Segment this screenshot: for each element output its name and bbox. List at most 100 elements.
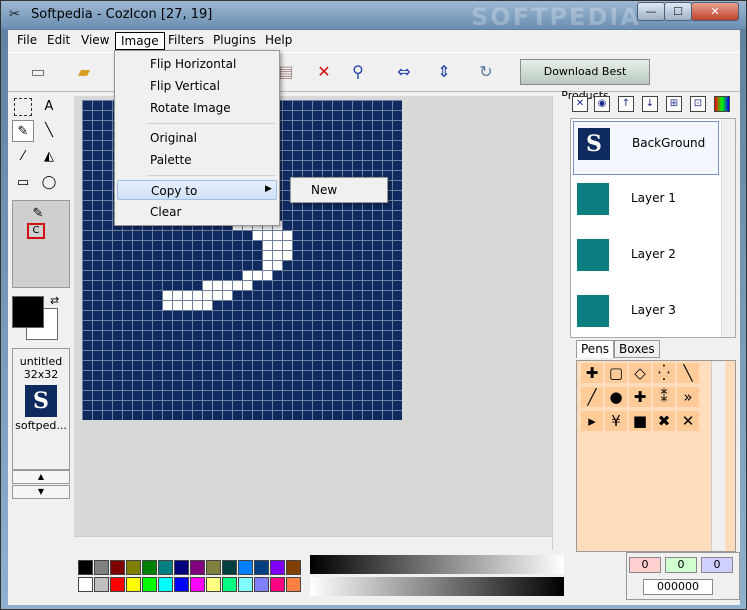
swap-colors-icon[interactable]: ⇄ [50,294,59,307]
menu-view[interactable]: View [76,32,114,50]
menu-copy-to-new[interactable]: New [293,180,385,200]
tab-boxes[interactable]: Boxes [614,340,660,358]
menu-clear[interactable]: Clear [117,202,277,222]
palette-swatch[interactable] [126,560,141,575]
palette-swatch[interactable] [110,577,125,592]
palette-swatch[interactable] [142,560,157,575]
pen-slash-icon[interactable]: ╱ [581,387,603,407]
palette-swatch[interactable] [222,560,237,575]
palette-swatch[interactable] [142,577,157,592]
palette-swatch[interactable] [254,560,269,575]
palette-swatch[interactable] [222,577,237,592]
green-value[interactable]: 0 [665,557,697,573]
clear-option-icon[interactable]: C [27,223,45,239]
menu-flip-vertical[interactable]: Flip Vertical [117,76,277,96]
visibility-icon[interactable]: ◉ [594,96,610,112]
pencil-option-icon[interactable]: ✎ [27,203,49,225]
zoom-icon[interactable]: ⚲ [346,61,370,83]
rotate-icon[interactable]: ↻ [474,61,498,83]
pen-square-icon[interactable]: ▢ [605,363,627,383]
layer-colors-icon[interactable] [714,96,730,112]
palette-swatch[interactable] [190,560,205,575]
move-layer-down-icon[interactable]: ↓ [642,96,658,112]
blue-value[interactable]: 0 [701,557,733,573]
palette-swatch[interactable] [286,577,301,592]
layer-list-scrollbar[interactable] [721,119,735,337]
palette-swatch[interactable] [78,577,93,592]
pens-scrollbar[interactable] [711,361,725,551]
canvas-vertical-scrollbar[interactable] [552,96,566,550]
hex-value[interactable]: 000000 [643,579,713,595]
pen-diagonal-icon[interactable]: ╲ [677,363,699,383]
palette-swatch[interactable] [254,577,269,592]
rectangle-tool-icon[interactable]: ▭ [12,172,34,194]
palette-swatch[interactable] [206,560,221,575]
menu-palette[interactable]: Palette [117,150,277,170]
image-list-panel[interactable]: untitled 32x32 S softped... [12,348,70,470]
pencil-tool-icon[interactable]: ✎ [12,120,34,142]
menu-original[interactable]: Original [117,128,277,148]
layer-properties-icon[interactable]: ⊡ [690,96,706,112]
move-layer-up-icon[interactable]: ↑ [618,96,634,112]
open-folder-icon[interactable]: ▰ [72,61,96,83]
menu-filters[interactable]: Filters [163,32,209,50]
red-value[interactable]: 0 [629,557,661,573]
menu-help[interactable]: Help [260,32,297,50]
ellipse-tool-icon[interactable]: ◯ [38,172,60,194]
layer-item-background[interactable]: S BackGround [573,121,719,175]
pen-arrow-icon[interactable]: ▸ [581,411,603,431]
palette-swatch[interactable] [94,560,109,575]
menu-plugins[interactable]: Plugins [208,32,261,50]
layer-item-1[interactable]: Layer 1 [573,177,719,231]
gradient-dark-bar[interactable] [310,555,564,574]
eyedropper-tool-icon[interactable]: ⁄ [12,146,34,168]
pen-dots-icon[interactable]: ⁛ [653,363,675,383]
palette-swatch[interactable] [270,560,285,575]
title-bar[interactable]: ✂ Softpedia - CozIcon [27, 19] SOFTPEDIA… [1,1,746,31]
new-file-icon[interactable]: ▭ [26,61,50,83]
pen-circle-icon[interactable]: ● [605,387,627,407]
palette-swatch[interactable] [238,577,253,592]
pen-cross-icon[interactable]: ✚ [581,363,603,383]
image-list-scroll-up-icon[interactable]: ▲ [12,470,70,484]
layer-item-2[interactable]: Layer 2 [573,233,719,287]
merge-layers-icon[interactable]: ⊞ [666,96,682,112]
image-thumbnail[interactable]: S [25,385,57,417]
minimize-button[interactable]: — [637,2,665,21]
maximize-button[interactable]: ☐ [664,2,692,21]
menu-image[interactable]: Image [115,32,165,50]
palette-swatch[interactable] [126,577,141,592]
palette-swatch[interactable] [270,577,285,592]
palette-swatch[interactable] [238,560,253,575]
palette-swatch[interactable] [174,577,189,592]
close-button[interactable]: ✕ [691,2,739,21]
pen-chevron-icon[interactable]: » [677,387,699,407]
palette-swatch[interactable] [158,560,173,575]
pen-x-icon[interactable]: ✖ [653,411,675,431]
palette-swatch[interactable] [110,560,125,575]
download-best-products-button[interactable]: Download Best Products [520,59,650,102]
pen-y-icon[interactable]: ¥ [605,411,627,431]
menu-copy-to[interactable]: Copy to [117,180,277,200]
palette-swatch[interactable] [190,577,205,592]
menu-flip-horizontal[interactable]: Flip Horizontal [117,54,277,74]
palette-swatch[interactable] [158,577,173,592]
menu-rotate-image[interactable]: Rotate Image [117,98,277,118]
fill-tool-icon[interactable]: ◭ [38,146,60,168]
pen-plus-icon[interactable]: ✚ [629,387,651,407]
pen-diamond-icon[interactable]: ◇ [629,363,651,383]
text-tool-icon[interactable]: A [38,96,60,118]
palette-swatch[interactable] [206,577,221,592]
layer-item-3[interactable]: Layer 3 [573,289,719,337]
menu-edit[interactable]: Edit [42,32,75,50]
line-tool-icon[interactable]: ╲ [38,120,60,142]
flip-horizontal-icon[interactable]: ⇔ [392,61,416,83]
delete-layer-icon[interactable]: ✕ [572,96,588,112]
select-tool-icon[interactable] [14,98,32,116]
tab-pens[interactable]: Pens [576,340,615,358]
delete-icon[interactable]: ✕ [312,61,336,83]
image-list-scroll-down-icon[interactable]: ▼ [12,485,70,499]
palette-swatch[interactable] [78,560,93,575]
flip-vertical-icon[interactable]: ⇕ [432,61,456,83]
palette-swatch[interactable] [286,560,301,575]
